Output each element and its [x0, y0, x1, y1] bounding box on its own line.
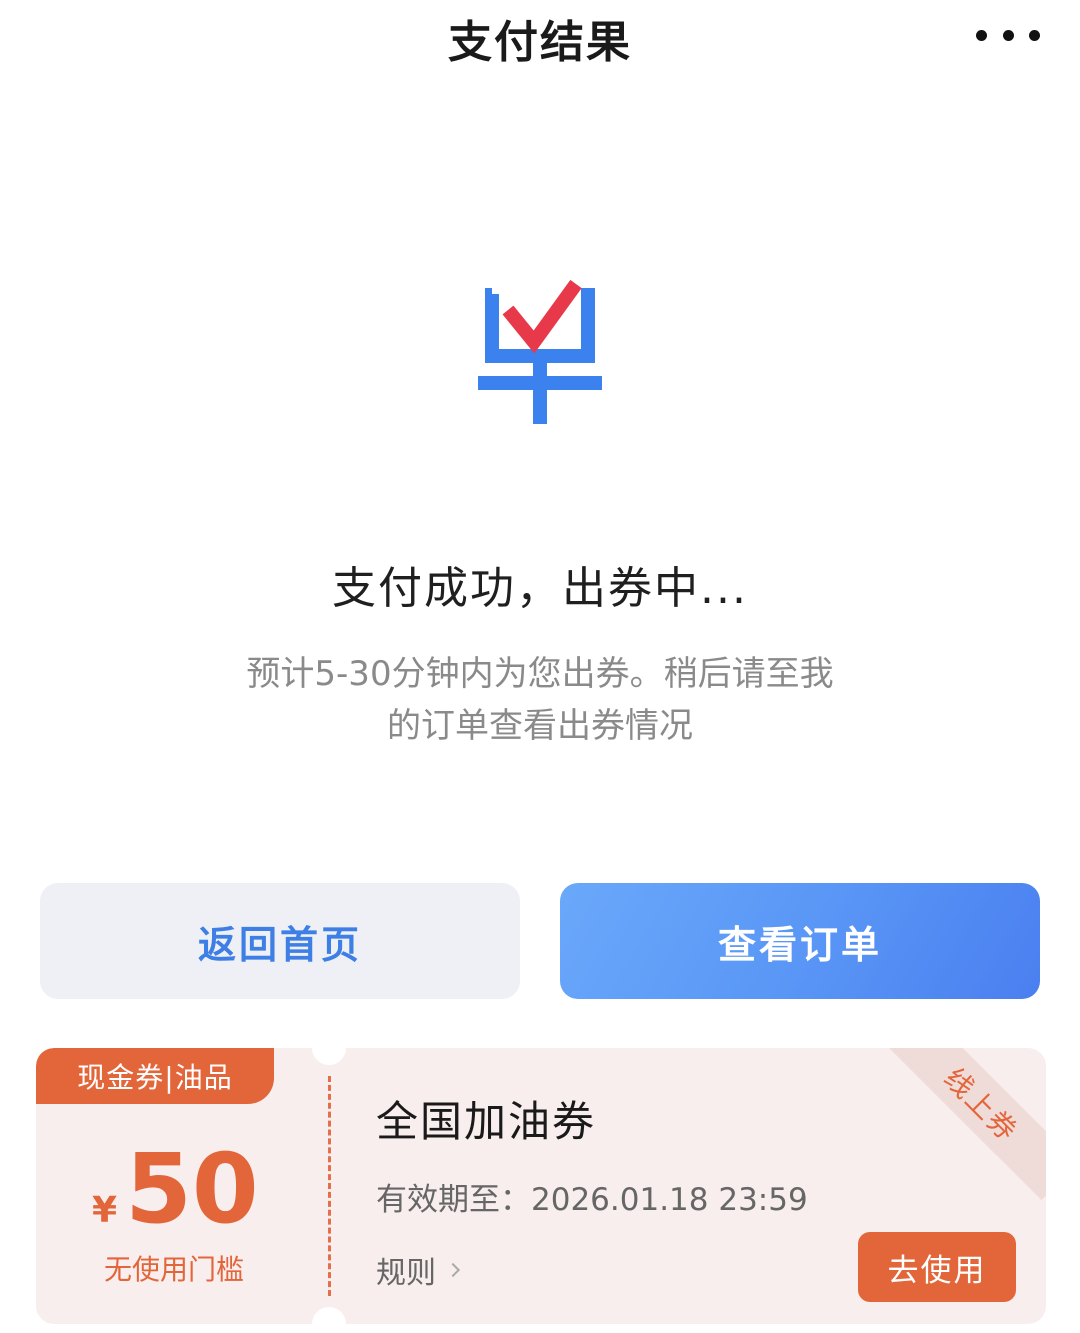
use-coupon-button[interactable]: 去使用: [858, 1232, 1016, 1302]
coupon-notch: [312, 1048, 346, 1065]
coupon-value: 50: [125, 1133, 259, 1245]
coupon-type-tag: 现金券|油品: [36, 1048, 274, 1104]
more-icon: [976, 29, 987, 41]
coupon-card[interactable]: 线上券 现金券|油品 ¥ 50 无使用门槛 全国加油券 有效期至：2026.01…: [36, 1048, 1046, 1324]
more-icon-dot: [1029, 29, 1040, 41]
chevron-right-icon: [445, 1262, 461, 1278]
page-title: 支付结果: [448, 17, 632, 68]
coupon-notch: [312, 1307, 346, 1324]
online-coupon-ribbon: 线上券: [885, 1048, 1046, 1201]
coupon-divider: [328, 1076, 331, 1296]
coupon-rules-label: 规则: [376, 1256, 436, 1291]
status-title: 支付成功，出券中...: [332, 563, 748, 614]
currency-symbol: ¥: [92, 1190, 118, 1231]
back-home-button[interactable]: 返回首页: [40, 883, 520, 999]
status-description-line: 预计5-30分钟内为您出券。稍后请至我: [246, 654, 834, 694]
status-description: 预计5-30分钟内为您出券。稍后请至我 的订单查看出券情况: [190, 648, 890, 752]
status-description-line: 的订单查看出券情况: [387, 706, 693, 746]
coupon-amount: ¥ 50: [92, 1134, 302, 1244]
coupon-expiry: 有效期至：2026.01.18 23:59: [376, 1182, 808, 1218]
coupon-name: 全国加油券: [376, 1097, 597, 1146]
more-icon-dot: [1002, 29, 1014, 41]
header: 支付结果: [0, 0, 1080, 72]
coupon-threshold: 无使用门槛: [103, 1253, 244, 1286]
view-order-button[interactable]: 查看订单: [560, 883, 1040, 999]
payment-result-page: 支付结果 支付成功，出券中... 预计5-30分钟内为您出券。稍后请至我 的订单…: [0, 0, 1080, 1333]
coupon-rules-link[interactable]: 规则: [376, 1248, 461, 1292]
order-check-icon: [478, 280, 602, 424]
more-options-button[interactable]: [976, 22, 1040, 48]
